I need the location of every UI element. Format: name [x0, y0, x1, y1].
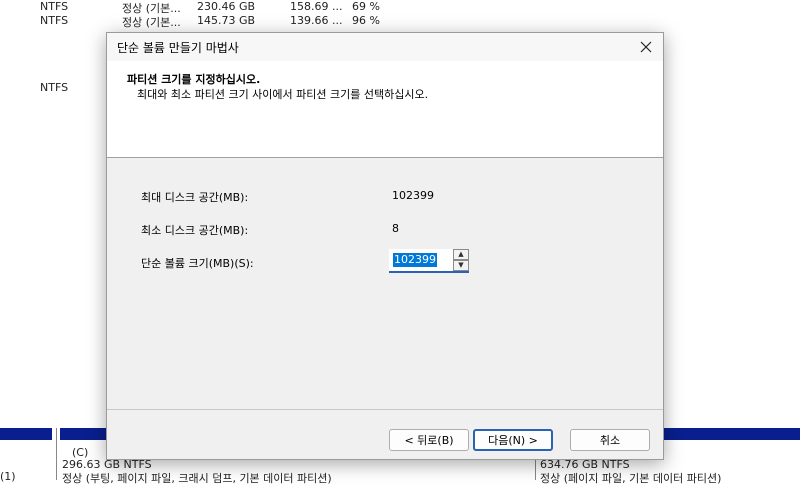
- max-disk-space-label: 최대 디스크 공간(MB):: [141, 191, 249, 204]
- new-simple-volume-wizard: 단순 볼륨 만들기 마법사 파티션 크기를 지정하십시오. 최대와 최소 파티션…: [106, 32, 664, 460]
- dialog-title: 단순 볼륨 만들기 마법사: [117, 41, 239, 55]
- arrow-down-icon: ▼: [458, 261, 464, 269]
- volume-row[interactable]: NTFS 정상 (기본... 230.46 GB 158.69 ... 69 %: [0, 0, 800, 15]
- title-bar[interactable]: 단순 볼륨 만들기 마법사: [107, 33, 663, 61]
- wizard-heading: 파티션 크기를 지정하십시오.: [127, 73, 261, 86]
- capacity-cell: 230.46 GB: [197, 0, 256, 13]
- partition-status: 정상 (부팅, 페이지 파일, 크래시 덤프, 기본 데이터 파티션): [62, 472, 332, 485]
- decrement-button[interactable]: ▼: [453, 260, 469, 271]
- status-cell: 정상 (기본...: [122, 16, 181, 29]
- free-percent-cell: 96 %: [352, 14, 380, 27]
- increment-button[interactable]: ▲: [453, 249, 469, 260]
- volume-size-label: 단순 볼륨 크기(MB)(S):: [141, 257, 254, 270]
- partition-label: (1): [0, 470, 16, 483]
- footer-divider: [107, 409, 663, 410]
- close-button[interactable]: [629, 33, 663, 61]
- partition-status: 정상 (페이지 파일, 기본 데이터 파티션): [540, 472, 722, 485]
- arrow-up-icon: ▲: [458, 250, 464, 258]
- capacity-cell: 145.73 GB: [197, 14, 256, 27]
- free-space-cell: 139.66 ...: [290, 14, 343, 27]
- next-button[interactable]: 다음(N) >: [473, 429, 553, 451]
- back-button[interactable]: < 뒤로(B): [389, 429, 469, 451]
- wizard-subheading: 최대와 최소 파티션 크기 사이에서 파티션 크기를 선택하십시오.: [137, 88, 429, 101]
- free-percent-cell: 69 %: [352, 0, 380, 13]
- free-space-cell: 158.69 ...: [290, 0, 343, 13]
- filesystem-cell: NTFS: [40, 0, 69, 13]
- max-disk-space-value: 102399: [392, 189, 434, 202]
- volume-size-input[interactable]: 102399: [393, 253, 437, 267]
- volume-size-stepper[interactable]: 102399 ▲ ▼: [389, 249, 469, 273]
- cancel-button[interactable]: 취소: [570, 429, 650, 451]
- min-disk-space-value: 8: [392, 222, 399, 235]
- volume-row[interactable]: NTFS 정상 (기본... 145.73 GB 139.66 ... 96 %: [0, 14, 800, 29]
- filesystem-cell: NTFS: [40, 81, 69, 94]
- stepper-buttons: ▲ ▼: [453, 249, 469, 271]
- wizard-header: 파티션 크기를 지정하십시오. 최대와 최소 파티션 크기 사이에서 파티션 크…: [107, 61, 663, 158]
- partition-divider: [56, 428, 57, 480]
- partition-bar: [0, 428, 52, 440]
- filesystem-cell: NTFS: [40, 14, 69, 27]
- close-icon: [640, 41, 652, 53]
- min-disk-space-label: 최소 디스크 공간(MB):: [141, 224, 249, 237]
